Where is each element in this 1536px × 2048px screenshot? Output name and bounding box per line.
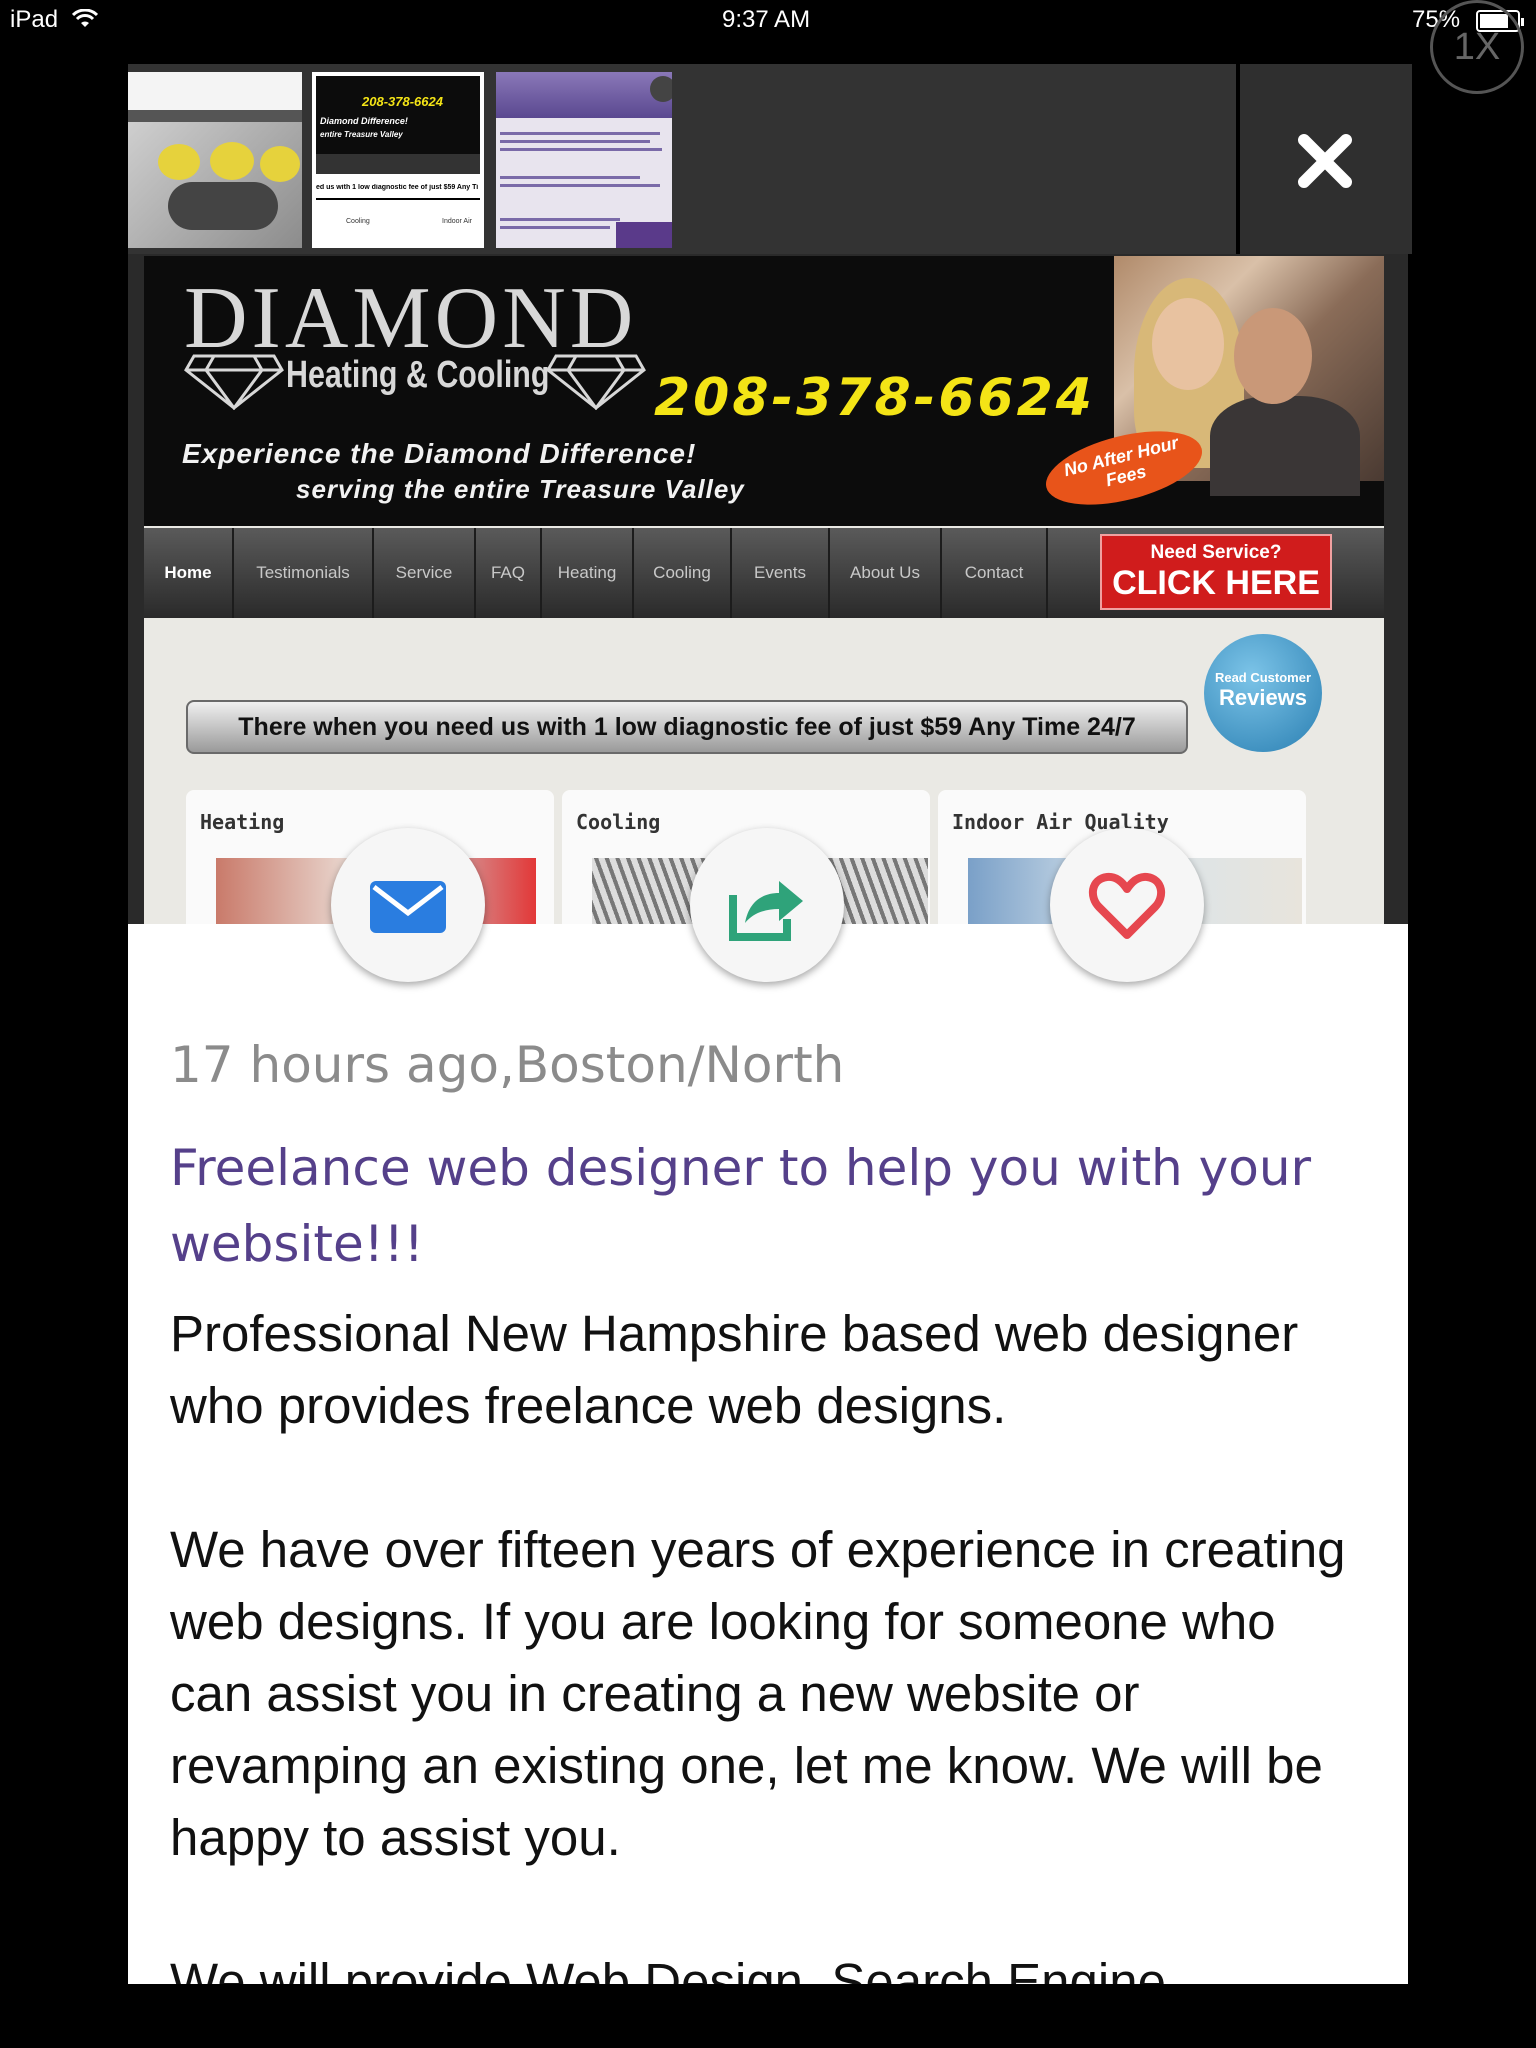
nav-home: Home bbox=[144, 528, 234, 618]
site-tagline: Experience the Diamond Difference! bbox=[182, 438, 697, 469]
thumb-bar: ed us with 1 low diagnostic fee of just … bbox=[316, 184, 480, 200]
thumbnail-2[interactable]: 208-378-6624 Diamond Difference! entire … bbox=[312, 72, 484, 248]
listing-details: 17 hours ago,Boston/North Freelance web … bbox=[128, 924, 1408, 1984]
zoom-toggle-button[interactable]: 1X bbox=[1430, 0, 1524, 94]
cta-top: Need Service? bbox=[1150, 542, 1282, 563]
listing-paragraph: Professional New Hampshire based web des… bbox=[170, 1305, 1299, 1434]
share-button[interactable] bbox=[690, 828, 844, 982]
listing-title: Freelance web designer to help you with … bbox=[170, 1139, 1312, 1273]
nav-faq: FAQ bbox=[476, 528, 542, 618]
card-title: Cooling bbox=[576, 810, 661, 834]
heart-icon bbox=[1088, 872, 1166, 939]
site-promo-bar: There when you need us with 1 low diagno… bbox=[186, 700, 1188, 754]
thumb-label-indoor: Indoor Air bbox=[442, 218, 472, 225]
site-phone: 208-378-6624 bbox=[654, 368, 1095, 428]
nav-heating: Heating bbox=[542, 528, 634, 618]
thumbnail-1[interactable] bbox=[128, 72, 302, 248]
nav-contact: Contact bbox=[942, 528, 1048, 618]
listing-paragraph: We will provide Web Design, Search Engin… bbox=[170, 1953, 1166, 1984]
close-icon bbox=[1298, 134, 1352, 188]
nav-about: About Us bbox=[830, 528, 942, 618]
thumb-caption: Diamond Difference! bbox=[320, 116, 408, 126]
site-nav: Home Testimonials Service FAQ Heating Co… bbox=[144, 528, 1384, 618]
site-tagline-2: serving the entire Treasure Valley bbox=[296, 474, 745, 504]
listing-paragraph: We have over fifteen years of experience… bbox=[170, 1521, 1346, 1866]
reviews-main: Reviews bbox=[1218, 685, 1308, 710]
cta-bottom: CLICK HERE bbox=[1112, 564, 1320, 602]
thumb-phone: 208-378-6624 bbox=[362, 94, 443, 109]
nav-events: Events bbox=[732, 528, 830, 618]
share-icon bbox=[729, 881, 803, 941]
diamond-icon bbox=[546, 354, 646, 410]
site-logo-subtitle: Heating & Cooling bbox=[286, 354, 550, 396]
listing-image[interactable]: DIAMOND Heating & Cooling 208-378-6624 E… bbox=[128, 254, 1408, 924]
mail-icon bbox=[370, 881, 446, 933]
listing-body: Professional New Hampshire based web des… bbox=[170, 1298, 1370, 1984]
nav-service: Service bbox=[374, 528, 476, 618]
site-cta: Need Service? CLICK HERE bbox=[1100, 534, 1332, 610]
device-label: iPad bbox=[10, 6, 59, 33]
thumb-label-cooling: Cooling bbox=[346, 218, 370, 225]
card-title: Heating bbox=[200, 810, 285, 834]
favorite-button[interactable] bbox=[1050, 828, 1204, 982]
thumbnail-3[interactable] bbox=[496, 72, 672, 248]
website-screenshot: DIAMOND Heating & Cooling 208-378-6624 E… bbox=[144, 256, 1384, 924]
status-bar: iPad 9:37 AM 75% bbox=[0, 0, 1536, 42]
reviews-badge: Read Customer Reviews bbox=[1204, 634, 1322, 752]
email-button[interactable] bbox=[331, 828, 485, 982]
image-thumbnail-strip: 208-378-6624 Diamond Difference! entire … bbox=[128, 64, 1408, 254]
listing-meta: 17 hours ago,Boston/North bbox=[170, 1036, 845, 1094]
close-button[interactable] bbox=[1236, 64, 1412, 254]
site-banner: DIAMOND Heating & Cooling 208-378-6624 E… bbox=[144, 256, 1384, 526]
reviews-top: Read Customer bbox=[1214, 670, 1312, 685]
thumb-caption-2: entire Treasure Valley bbox=[320, 130, 403, 139]
nav-testimonials: Testimonials bbox=[234, 528, 374, 618]
diamond-icon bbox=[184, 354, 284, 410]
wifi-icon bbox=[72, 9, 98, 27]
nav-cooling: Cooling bbox=[634, 528, 732, 618]
clock: 9:37 AM bbox=[722, 6, 811, 33]
